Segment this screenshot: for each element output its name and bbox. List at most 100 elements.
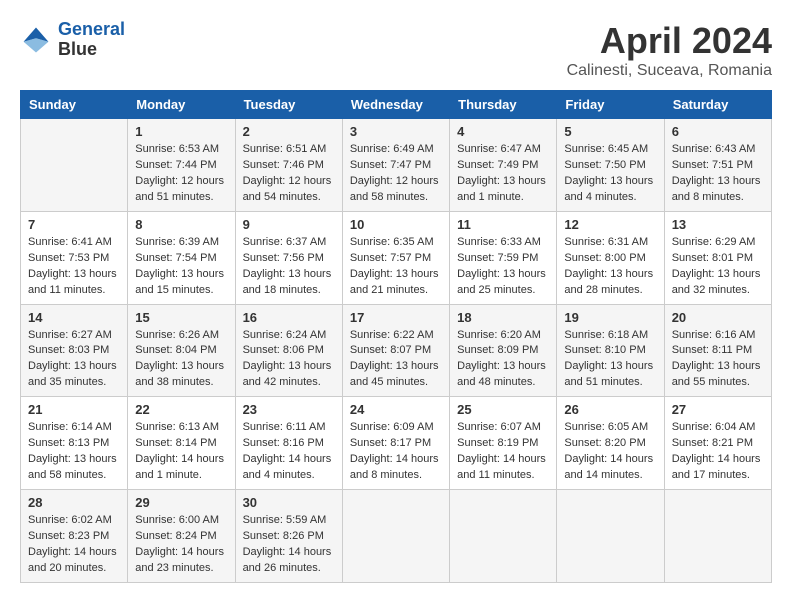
calendar-cell: 5 Sunrise: 6:45 AMSunset: 7:50 PMDayligh… — [557, 119, 664, 212]
calendar-cell: 16 Sunrise: 6:24 AMSunset: 8:06 PMDaylig… — [235, 304, 342, 397]
calendar-cell — [21, 119, 128, 212]
day-detail: Sunrise: 6:37 AMSunset: 7:56 PMDaylight:… — [243, 235, 335, 299]
day-detail: Sunrise: 6:02 AMSunset: 8:23 PMDaylight:… — [28, 513, 120, 577]
day-number: 9 — [243, 217, 335, 232]
day-number: 11 — [457, 217, 549, 232]
calendar-cell: 7 Sunrise: 6:41 AMSunset: 7:53 PMDayligh… — [21, 211, 128, 304]
day-number: 6 — [672, 124, 764, 139]
day-number: 21 — [28, 402, 120, 417]
day-number: 14 — [28, 310, 120, 325]
location-subtitle: Calinesti, Suceava, Romania — [567, 62, 772, 80]
day-detail: Sunrise: 6:41 AMSunset: 7:53 PMDaylight:… — [28, 235, 120, 299]
calendar-cell — [664, 490, 771, 583]
calendar-cell: 13 Sunrise: 6:29 AMSunset: 8:01 PMDaylig… — [664, 211, 771, 304]
calendar-cell: 24 Sunrise: 6:09 AMSunset: 8:17 PMDaylig… — [342, 397, 449, 490]
day-detail: Sunrise: 6:22 AMSunset: 8:07 PMDaylight:… — [350, 328, 442, 392]
day-detail: Sunrise: 6:49 AMSunset: 7:47 PMDaylight:… — [350, 142, 442, 206]
calendar-cell: 20 Sunrise: 6:16 AMSunset: 8:11 PMDaylig… — [664, 304, 771, 397]
day-number: 7 — [28, 217, 120, 232]
calendar-cell: 4 Sunrise: 6:47 AMSunset: 7:49 PMDayligh… — [450, 119, 557, 212]
calendar-cell: 14 Sunrise: 6:27 AMSunset: 8:03 PMDaylig… — [21, 304, 128, 397]
day-number: 23 — [243, 402, 335, 417]
weekday-header: Wednesday — [342, 91, 449, 119]
calendar-cell: 27 Sunrise: 6:04 AMSunset: 8:21 PMDaylig… — [664, 397, 771, 490]
weekday-header: Monday — [128, 91, 235, 119]
calendar-cell: 18 Sunrise: 6:20 AMSunset: 8:09 PMDaylig… — [450, 304, 557, 397]
day-number: 10 — [350, 217, 442, 232]
day-number: 26 — [564, 402, 656, 417]
day-detail: Sunrise: 6:31 AMSunset: 8:00 PMDaylight:… — [564, 235, 656, 299]
calendar-week-row: 21 Sunrise: 6:14 AMSunset: 8:13 PMDaylig… — [21, 397, 772, 490]
calendar-week-row: 28 Sunrise: 6:02 AMSunset: 8:23 PMDaylig… — [21, 490, 772, 583]
calendar-table: SundayMondayTuesdayWednesdayThursdayFrid… — [20, 90, 772, 583]
calendar-cell: 8 Sunrise: 6:39 AMSunset: 7:54 PMDayligh… — [128, 211, 235, 304]
logo: General Blue — [20, 20, 125, 60]
day-detail: Sunrise: 6:53 AMSunset: 7:44 PMDaylight:… — [135, 142, 227, 206]
day-number: 24 — [350, 402, 442, 417]
day-detail: Sunrise: 6:00 AMSunset: 8:24 PMDaylight:… — [135, 513, 227, 577]
day-number: 18 — [457, 310, 549, 325]
day-number: 25 — [457, 402, 549, 417]
calendar-cell: 9 Sunrise: 6:37 AMSunset: 7:56 PMDayligh… — [235, 211, 342, 304]
page-header: General Blue April 2024 Calinesti, Sucea… — [20, 20, 772, 80]
calendar-cell: 29 Sunrise: 6:00 AMSunset: 8:24 PMDaylig… — [128, 490, 235, 583]
calendar-cell — [557, 490, 664, 583]
day-detail: Sunrise: 5:59 AMSunset: 8:26 PMDaylight:… — [243, 513, 335, 577]
day-number: 22 — [135, 402, 227, 417]
title-block: April 2024 Calinesti, Suceava, Romania — [567, 20, 772, 80]
logo-line2: Blue — [58, 40, 125, 60]
calendar-cell: 25 Sunrise: 6:07 AMSunset: 8:19 PMDaylig… — [450, 397, 557, 490]
calendar-cell: 2 Sunrise: 6:51 AMSunset: 7:46 PMDayligh… — [235, 119, 342, 212]
weekday-header: Tuesday — [235, 91, 342, 119]
calendar-cell: 12 Sunrise: 6:31 AMSunset: 8:00 PMDaylig… — [557, 211, 664, 304]
calendar-week-row: 7 Sunrise: 6:41 AMSunset: 7:53 PMDayligh… — [21, 211, 772, 304]
calendar-cell: 11 Sunrise: 6:33 AMSunset: 7:59 PMDaylig… — [450, 211, 557, 304]
calendar-cell: 6 Sunrise: 6:43 AMSunset: 7:51 PMDayligh… — [664, 119, 771, 212]
calendar-cell: 3 Sunrise: 6:49 AMSunset: 7:47 PMDayligh… — [342, 119, 449, 212]
calendar-cell: 23 Sunrise: 6:11 AMSunset: 8:16 PMDaylig… — [235, 397, 342, 490]
day-number: 3 — [350, 124, 442, 139]
day-detail: Sunrise: 6:14 AMSunset: 8:13 PMDaylight:… — [28, 420, 120, 484]
day-detail: Sunrise: 6:43 AMSunset: 7:51 PMDaylight:… — [672, 142, 764, 206]
day-number: 4 — [457, 124, 549, 139]
header-row: SundayMondayTuesdayWednesdayThursdayFrid… — [21, 91, 772, 119]
calendar-cell: 10 Sunrise: 6:35 AMSunset: 7:57 PMDaylig… — [342, 211, 449, 304]
weekday-header: Thursday — [450, 91, 557, 119]
day-detail: Sunrise: 6:33 AMSunset: 7:59 PMDaylight:… — [457, 235, 549, 299]
calendar-week-row: 1 Sunrise: 6:53 AMSunset: 7:44 PMDayligh… — [21, 119, 772, 212]
day-number: 1 — [135, 124, 227, 139]
day-number: 19 — [564, 310, 656, 325]
weekday-header: Saturday — [664, 91, 771, 119]
day-detail: Sunrise: 6:13 AMSunset: 8:14 PMDaylight:… — [135, 420, 227, 484]
day-number: 8 — [135, 217, 227, 232]
day-detail: Sunrise: 6:07 AMSunset: 8:19 PMDaylight:… — [457, 420, 549, 484]
month-title: April 2024 — [567, 20, 772, 62]
day-detail: Sunrise: 6:39 AMSunset: 7:54 PMDaylight:… — [135, 235, 227, 299]
day-number: 13 — [672, 217, 764, 232]
calendar-cell: 1 Sunrise: 6:53 AMSunset: 7:44 PMDayligh… — [128, 119, 235, 212]
calendar-cell: 22 Sunrise: 6:13 AMSunset: 8:14 PMDaylig… — [128, 397, 235, 490]
day-detail: Sunrise: 6:11 AMSunset: 8:16 PMDaylight:… — [243, 420, 335, 484]
day-number: 29 — [135, 495, 227, 510]
day-number: 30 — [243, 495, 335, 510]
calendar-cell: 19 Sunrise: 6:18 AMSunset: 8:10 PMDaylig… — [557, 304, 664, 397]
calendar-week-row: 14 Sunrise: 6:27 AMSunset: 8:03 PMDaylig… — [21, 304, 772, 397]
weekday-header: Friday — [557, 91, 664, 119]
day-number: 17 — [350, 310, 442, 325]
day-detail: Sunrise: 6:35 AMSunset: 7:57 PMDaylight:… — [350, 235, 442, 299]
day-number: 28 — [28, 495, 120, 510]
day-detail: Sunrise: 6:16 AMSunset: 8:11 PMDaylight:… — [672, 328, 764, 392]
day-number: 20 — [672, 310, 764, 325]
logo-icon — [20, 24, 52, 56]
calendar-cell: 28 Sunrise: 6:02 AMSunset: 8:23 PMDaylig… — [21, 490, 128, 583]
day-number: 2 — [243, 124, 335, 139]
calendar-cell: 30 Sunrise: 5:59 AMSunset: 8:26 PMDaylig… — [235, 490, 342, 583]
logo-line1: General — [58, 19, 125, 39]
day-detail: Sunrise: 6:27 AMSunset: 8:03 PMDaylight:… — [28, 328, 120, 392]
calendar-cell — [342, 490, 449, 583]
day-number: 27 — [672, 402, 764, 417]
day-detail: Sunrise: 6:26 AMSunset: 8:04 PMDaylight:… — [135, 328, 227, 392]
calendar-cell: 26 Sunrise: 6:05 AMSunset: 8:20 PMDaylig… — [557, 397, 664, 490]
day-number: 12 — [564, 217, 656, 232]
day-detail: Sunrise: 6:09 AMSunset: 8:17 PMDaylight:… — [350, 420, 442, 484]
